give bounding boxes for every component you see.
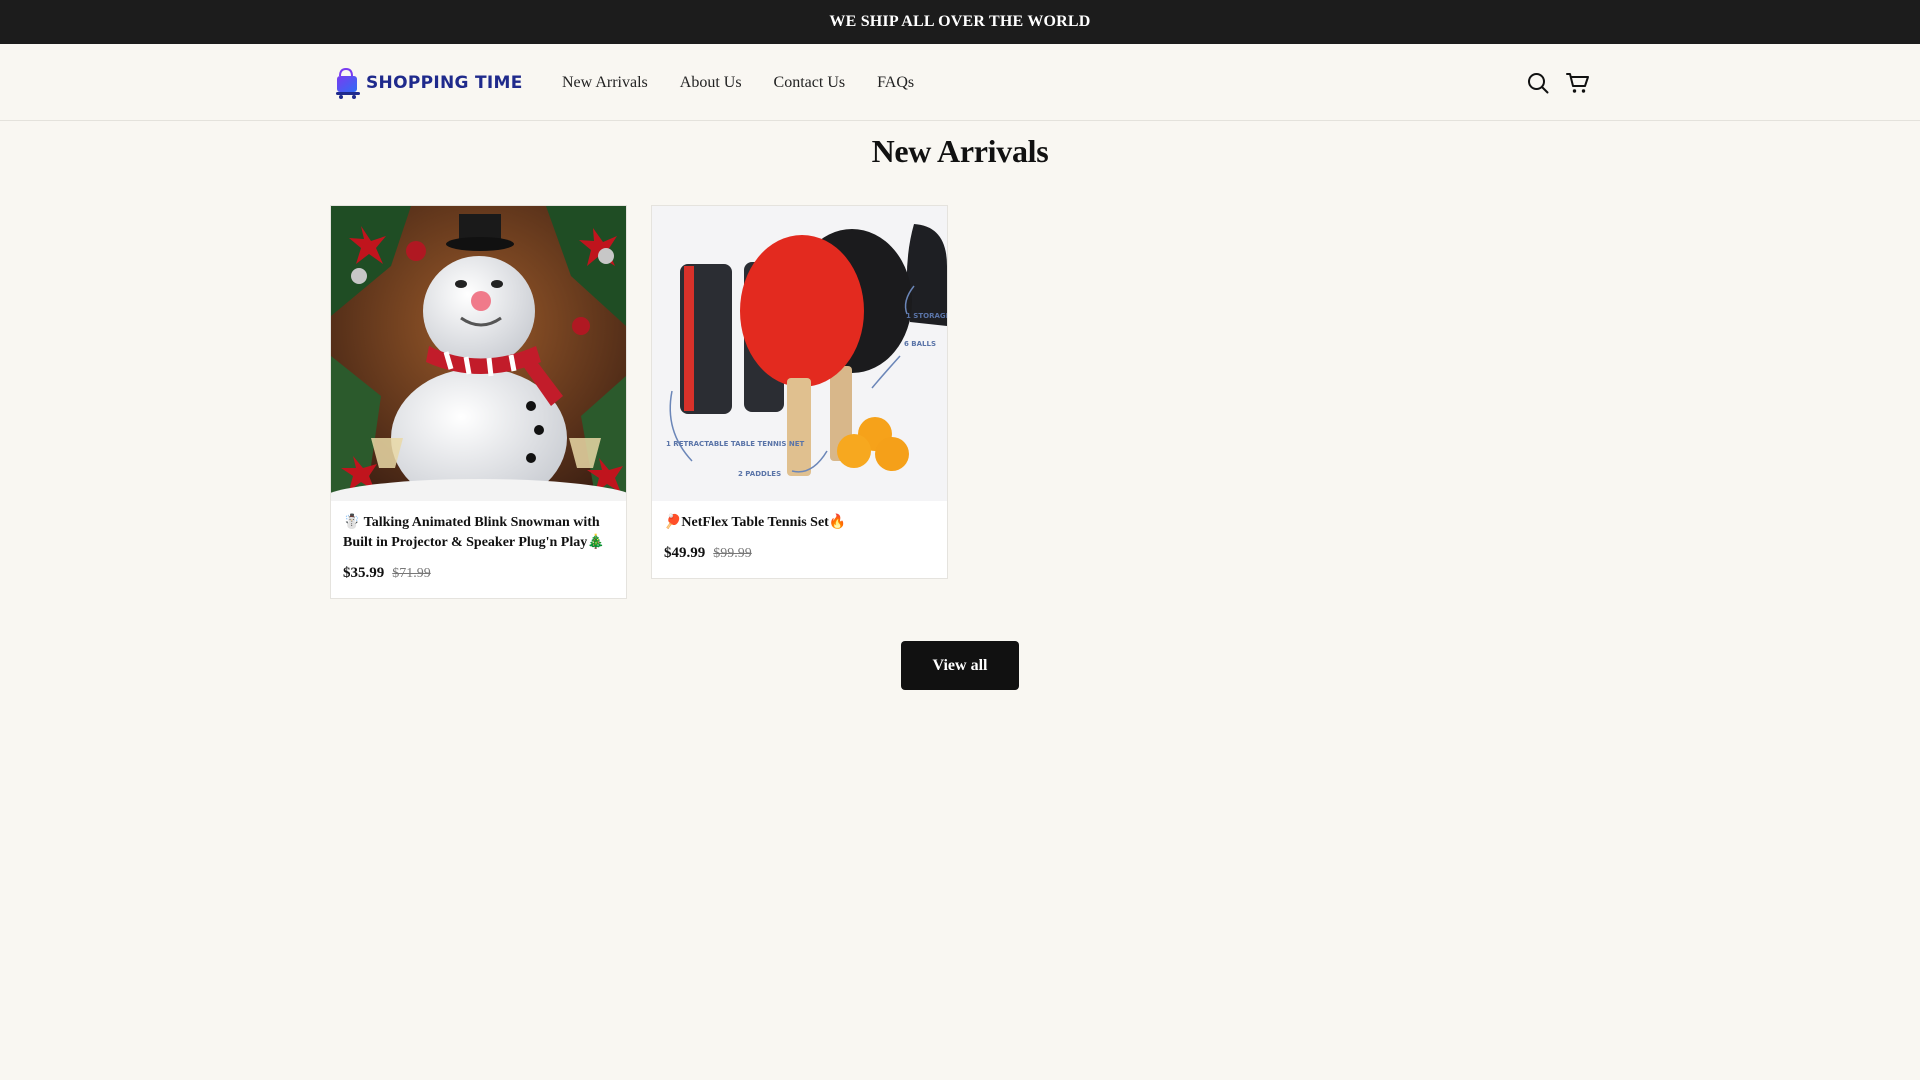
nav-faqs[interactable]: FAQs <box>877 74 914 92</box>
site-header: SHOPPING TIME New Arrivals About Us Cont… <box>0 44 1920 121</box>
product-compare-price: $99.99 <box>713 546 752 561</box>
product-prices: $49.99 $99.99 <box>664 545 935 562</box>
section-title: New Arrivals <box>871 133 1049 169</box>
product-price: $35.99 <box>343 565 385 581</box>
product-card[interactable]: 6 BALLS 1 STORAGE BAG 1 RETRACTABLE TABL… <box>651 205 948 579</box>
image-label-storage-bag: 1 STORAGE BAG <box>906 312 947 320</box>
main-nav: New Arrivals About Us Contact Us FAQs <box>562 44 914 121</box>
view-all-button[interactable]: View all <box>901 641 1019 690</box>
product-info: 🏓NetFlex Table Tennis Set🔥 $49.99 $99.99 <box>652 501 947 578</box>
product-title[interactable]: ☃️ Talking Animated Blink Snowman with B… <box>343 513 614 553</box>
nav-new-arrivals[interactable]: New Arrivals <box>562 74 648 92</box>
product-price: $49.99 <box>664 545 706 561</box>
logo-text: SHOPPING TIME <box>366 73 523 93</box>
product-compare-price: $71.99 <box>392 566 431 581</box>
header-actions <box>1526 44 1590 121</box>
nav-contact-us[interactable]: Contact Us <box>774 74 846 92</box>
product-card[interactable]: ☃️ Talking Animated Blink Snowman with B… <box>330 205 627 599</box>
store-logo[interactable]: SHOPPING TIME <box>334 62 523 104</box>
nav-about-us[interactable]: About Us <box>680 74 742 92</box>
product-title[interactable]: 🏓NetFlex Table Tennis Set🔥 <box>664 513 935 533</box>
image-label-paddles: 2 PADDLES <box>738 470 781 478</box>
cart-icon[interactable] <box>1566 71 1590 95</box>
product-image-snowman[interactable] <box>331 206 626 501</box>
product-prices: $35.99 $71.99 <box>343 565 614 582</box>
image-label-balls: 6 BALLS <box>904 340 936 348</box>
image-label-net: 1 RETRACTABLE TABLE TENNIS NET <box>666 440 805 448</box>
shopping-bag-icon <box>334 66 362 100</box>
announcement-bar: WE SHIP ALL OVER THE WORLD <box>0 0 1920 44</box>
product-image-table-tennis[interactable]: 6 BALLS 1 STORAGE BAG 1 RETRACTABLE TABL… <box>652 206 947 501</box>
search-icon[interactable] <box>1526 71 1550 95</box>
product-info: ☃️ Talking Animated Blink Snowman with B… <box>331 501 626 598</box>
announcement-text: WE SHIP ALL OVER THE WORLD <box>829 13 1091 30</box>
